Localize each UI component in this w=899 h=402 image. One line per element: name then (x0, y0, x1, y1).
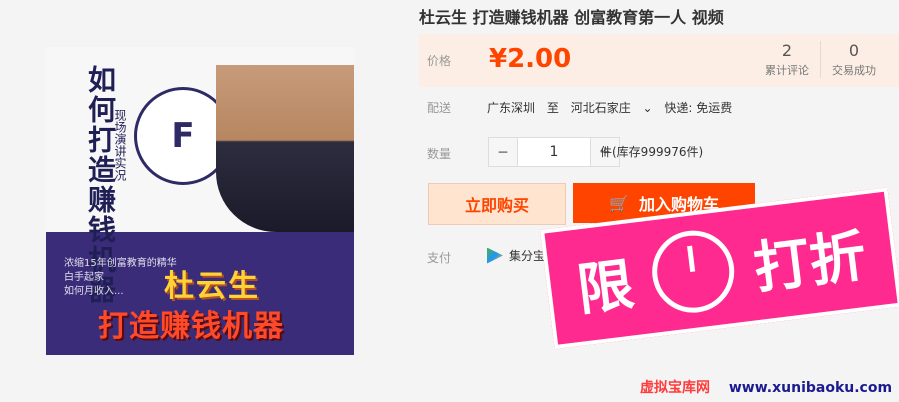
cover-info-line: 如何月收入... (64, 286, 124, 297)
quantity-label: 数量 (427, 147, 452, 161)
reviews-label: 累计评论 (765, 64, 809, 77)
cover-name: 杜云生 (164, 269, 260, 304)
price-value: ¥2.00 (489, 44, 572, 74)
buy-now-button[interactable]: 立即购买 (428, 183, 566, 225)
cover-info-line: 白手起家 (64, 272, 104, 283)
cover-machine-title: 打造赚钱机器 (98, 309, 284, 344)
stat-sales[interactable]: 0 交易成功 (820, 41, 887, 78)
payment-method-label: 集分宝 (509, 249, 546, 263)
cart-icon: 🛒 (609, 193, 629, 213)
stat-reviews[interactable]: 2 累计评论 (754, 41, 820, 78)
chevron-down-icon[interactable]: ⌄ (643, 101, 653, 115)
clock-icon (647, 225, 739, 318)
reviews-count: 2 (781, 41, 793, 60)
promo-right-text: 打折 (750, 223, 870, 302)
minus-button[interactable]: − (489, 138, 517, 166)
quantity-input[interactable]: 1 (517, 138, 591, 166)
shipping-to-word: 至 (546, 101, 559, 115)
payment-label: 支付 (427, 251, 452, 265)
cover-portrait (216, 65, 354, 232)
shipping-destination[interactable]: 河北石家庄 (571, 101, 631, 115)
watermark: 虚拟宝库网 www.xunibaoku.com (640, 377, 892, 397)
stats: 2 累计评论 0 交易成功 (754, 41, 887, 78)
shipping-row: 广东深圳 至 河北石家庄 ⌄ 快递: 免运费 (487, 99, 740, 116)
price-label: 价格 (427, 54, 452, 68)
product-title: 杜云生 打造赚钱机器 创富教育第一人 视频 (419, 8, 724, 27)
sales-label: 交易成功 (832, 64, 876, 77)
play-store-icon (487, 247, 503, 264)
watermark-site: 虚拟宝库网 (640, 380, 710, 396)
product-image: 如何打造赚钱机器 现场演讲实况 F 浓缩15年创富教育的精华 白手起家 如何月收… (46, 47, 354, 355)
price-panel: 价格 ¥2.00 2 累计评论 0 交易成功 (419, 34, 899, 87)
cover-subtitle: 现场演讲实况 (113, 109, 127, 181)
shipping-from: 广东深圳 (487, 101, 536, 115)
payment-method[interactable]: 集分宝 (487, 247, 545, 264)
shipping-label: 配送 (427, 101, 452, 115)
cover-info: 浓缩15年创富教育的精华 白手起家 如何月收入... (64, 257, 177, 299)
promo-left-text: 限 (573, 251, 638, 324)
cover-info-line: 浓缩15年创富教育的精华 (64, 258, 177, 269)
shipping-express: 快递: 免运费 (664, 101, 733, 115)
watermark-domain: www.xunibaoku.com (728, 380, 893, 396)
sales-count: 0 (848, 41, 860, 60)
stock-text: 件(库存999976件) (600, 145, 704, 159)
